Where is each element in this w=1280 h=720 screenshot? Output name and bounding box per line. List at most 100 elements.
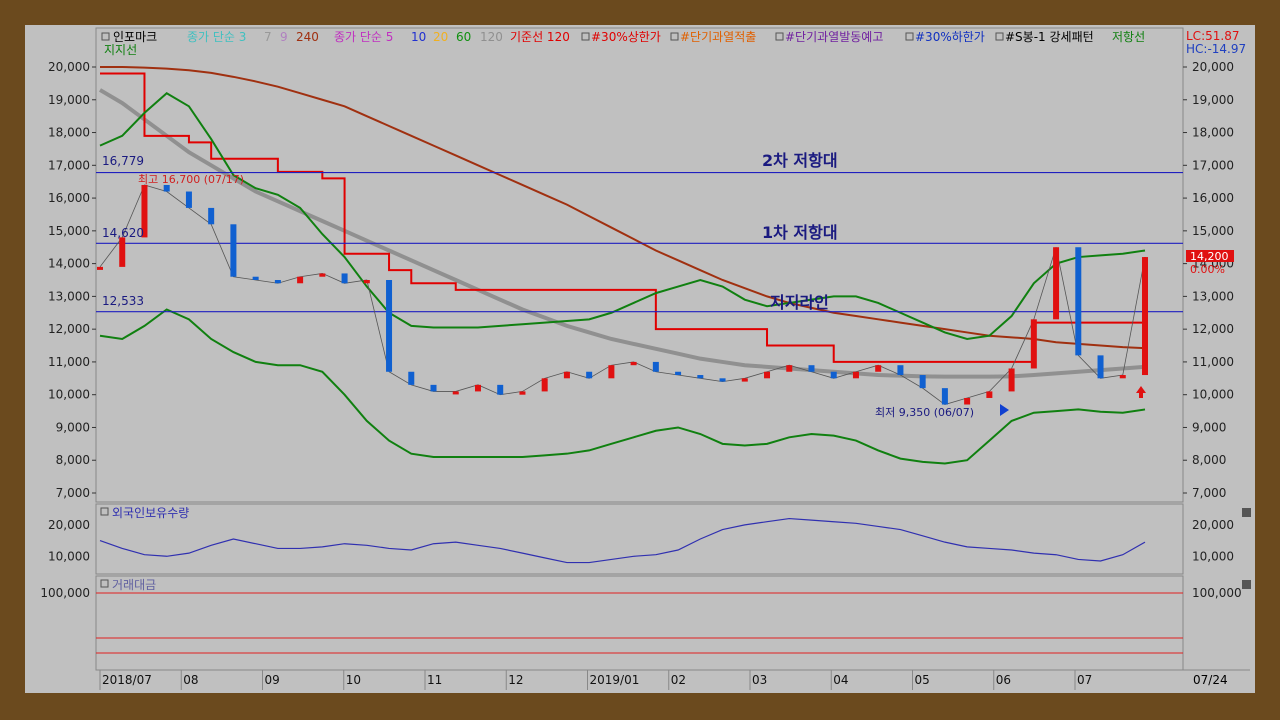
support-label: 지지라인 bbox=[770, 293, 829, 312]
price-tick-label: 16,000 bbox=[1192, 191, 1234, 205]
price-tick-label: 10,000 bbox=[1192, 388, 1234, 402]
legend-ma60: 60 bbox=[456, 30, 471, 44]
price-candle bbox=[519, 391, 526, 395]
price-tick-label: 20,000 bbox=[1192, 60, 1234, 74]
price-tick-label: 9,000 bbox=[56, 420, 90, 434]
x-tick-label: 2019/01 bbox=[590, 673, 640, 687]
trading-value-panel[interactable] bbox=[95, 575, 1184, 671]
foreign-tick-label: 20,000 bbox=[48, 518, 90, 532]
tv-tick-label: 100,000 bbox=[1192, 586, 1242, 600]
resistance1-label: 1차 저항대 bbox=[762, 223, 838, 242]
price-tick-label: 9,000 bbox=[1192, 420, 1226, 434]
legend-ma120: 120 bbox=[480, 30, 503, 44]
price-candle bbox=[964, 397, 971, 405]
x-tick-label: 02 bbox=[671, 673, 686, 687]
legend-ma9: 9 bbox=[280, 30, 288, 44]
price-tick-label: 10,000 bbox=[48, 388, 90, 402]
foreign-tick-label: 10,000 bbox=[1192, 549, 1234, 563]
sub2-menu-icon[interactable] bbox=[1242, 580, 1251, 589]
price-candle bbox=[274, 280, 281, 284]
price-candle bbox=[541, 378, 548, 392]
foreign-tick-label: 10,000 bbox=[48, 549, 90, 563]
price-candle bbox=[408, 371, 415, 385]
level-14620-label: 14,620 bbox=[102, 226, 144, 240]
legend-ma-simple-5: 종가 단순 5 bbox=[334, 30, 393, 44]
price-tick-label: 7,000 bbox=[56, 486, 90, 500]
price-candle bbox=[319, 273, 326, 277]
price-candle bbox=[497, 384, 504, 395]
level-12533-label: 12,533 bbox=[102, 294, 144, 308]
price-candle bbox=[297, 276, 304, 284]
price-tick-label: 12,000 bbox=[1192, 322, 1234, 336]
price-candle bbox=[563, 371, 570, 379]
low-marker-label: 최저 9,350 (06/07) bbox=[875, 406, 974, 419]
price-candle bbox=[741, 378, 748, 382]
x-tick-label: 03 bbox=[752, 673, 767, 687]
x-tick-label: 2018/07 bbox=[102, 673, 152, 687]
price-candle bbox=[675, 371, 682, 376]
foreign-tick-label: 20,000 bbox=[1192, 518, 1234, 532]
sub1-menu-icon[interactable] bbox=[1242, 508, 1251, 517]
x-tick-label: 04 bbox=[833, 673, 848, 687]
hc-value: HC:-14.97 bbox=[1186, 42, 1246, 56]
x-tick-label: 05 bbox=[915, 673, 930, 687]
level-16779-label: 16,779 bbox=[102, 154, 144, 168]
x-tick-label: 10 bbox=[346, 673, 361, 687]
price-tick-label: 13,000 bbox=[48, 289, 90, 303]
price-candle bbox=[986, 391, 993, 398]
price-tick-label: 13,000 bbox=[1192, 289, 1234, 303]
price-candle bbox=[919, 375, 926, 389]
price-tick-label: 8,000 bbox=[1192, 453, 1226, 467]
x-tick-label: 06 bbox=[996, 673, 1011, 687]
price-candle bbox=[586, 371, 593, 379]
price-candle bbox=[875, 365, 882, 372]
sub2-title: 거래대금 bbox=[112, 578, 156, 592]
price-candle bbox=[786, 365, 793, 372]
price-tick-label: 19,000 bbox=[1192, 93, 1234, 107]
price-candle bbox=[852, 371, 859, 379]
x-tick-label: 08 bbox=[183, 673, 198, 687]
price-tick-label: 18,000 bbox=[48, 126, 90, 140]
legend-resistance-line: 저항선 bbox=[1112, 30, 1145, 44]
price-candle bbox=[230, 224, 237, 277]
x-tick-label: 07 bbox=[1077, 673, 1092, 687]
price-tick-label: 20,000 bbox=[48, 60, 90, 74]
price-tag-value: 14,200 bbox=[1190, 250, 1229, 263]
price-tick-label: 11,000 bbox=[48, 355, 90, 369]
pct-tag-value: 0.00% bbox=[1190, 263, 1225, 276]
x-tick-label: 11 bbox=[427, 673, 442, 687]
price-candle bbox=[452, 391, 459, 395]
price-panel[interactable] bbox=[95, 27, 1184, 503]
lc-value: LC:51.87 bbox=[1186, 29, 1239, 43]
price-candle bbox=[697, 375, 704, 379]
price-candle bbox=[1142, 257, 1148, 376]
legend-base-line: 기준선 120 bbox=[510, 30, 570, 44]
price-tick-label: 7,000 bbox=[1192, 486, 1226, 500]
tv-tick-label: 100,000 bbox=[40, 586, 90, 600]
chart-window: 인포마크 종가 단순 3 7 9 240 종가 단순 5 10 20 60 12… bbox=[0, 0, 1280, 720]
resistance2-label: 2차 저항대 bbox=[762, 151, 838, 170]
foreign-panel[interactable] bbox=[95, 503, 1184, 575]
price-candle bbox=[830, 371, 837, 379]
x-tick-label: 12 bbox=[508, 673, 523, 687]
price-tick-label: 15,000 bbox=[1192, 224, 1234, 238]
x-tick-label: 09 bbox=[265, 673, 280, 687]
legend-overheat: #단기과열적출 bbox=[680, 30, 756, 44]
price-candle bbox=[474, 384, 481, 392]
price-candle bbox=[941, 388, 948, 405]
legend-overheat-warn: #단기과열발동예고 bbox=[785, 30, 883, 44]
legend-pattern: #S봉-1 강세패턴 bbox=[1005, 30, 1094, 44]
price-candle bbox=[430, 384, 437, 392]
legend-ma20: 20 bbox=[433, 30, 448, 44]
price-candle bbox=[185, 191, 192, 208]
price-tick-label: 17,000 bbox=[48, 158, 90, 172]
price-candle bbox=[119, 237, 126, 267]
price-tick-label: 17,000 bbox=[1192, 158, 1234, 172]
sub1-title: 외국인보유수량 bbox=[112, 506, 189, 520]
price-tick-label: 15,000 bbox=[48, 224, 90, 238]
legend-support-line: 지지선 bbox=[104, 43, 137, 57]
price-tick-label: 18,000 bbox=[1192, 126, 1234, 140]
legend-ma10: 10 bbox=[411, 30, 426, 44]
price-candle bbox=[764, 371, 771, 379]
price-candle bbox=[897, 365, 904, 376]
